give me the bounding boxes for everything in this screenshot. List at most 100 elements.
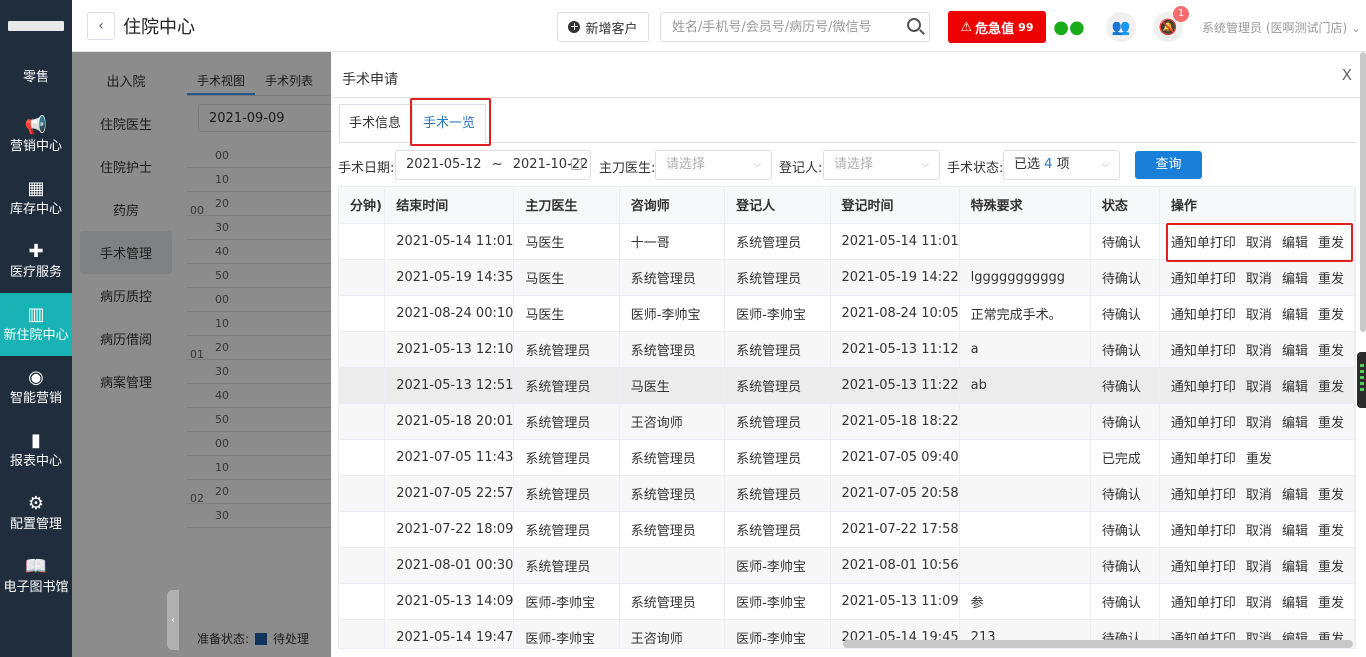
wechat-icon[interactable]: ●●	[1053, 12, 1084, 42]
table-row[interactable]: 2021-07-05 11:43 系统管理员 系统管理员 系统管理员 2021-07-0…	[339, 439, 1355, 476]
row-actions: 通知单打印 取消 编辑 重发	[1159, 547, 1355, 584]
collapse-handle[interactable]: ‹	[167, 590, 179, 650]
table-cell: 医师-李帅宝	[513, 619, 620, 648]
cancel-link[interactable]: 取消	[1246, 308, 1272, 323]
resend-link[interactable]: 重发	[1318, 596, 1344, 611]
resend-link[interactable]: 重发	[1246, 452, 1272, 467]
table-row[interactable]: 2021-08-24 00:10 马医生 医师-李帅宝 医师-李帅宝 2021-08-2…	[339, 295, 1355, 332]
table-cell	[959, 223, 1091, 260]
edit-link[interactable]: 编辑	[1282, 560, 1308, 575]
surgeon-select[interactable]: 请选择 ⌵	[655, 150, 772, 180]
edit-link[interactable]: 编辑	[1282, 272, 1308, 287]
cancel-link[interactable]: 取消	[1246, 524, 1272, 539]
cancel-link[interactable]: 取消	[1246, 488, 1272, 503]
table-row[interactable]: 2021-05-13 12:10 系统管理员 系统管理员 系统管理员 2021-05-1…	[339, 331, 1355, 368]
table-cell: 待确认	[1090, 259, 1160, 296]
horizontal-scrollbar[interactable]	[843, 640, 1353, 648]
edit-link[interactable]: 编辑	[1282, 344, 1308, 359]
user-menu[interactable]: 系统管理员 (医啊测试门店) ⌄	[1202, 19, 1361, 36]
resend-link[interactable]: 重发	[1318, 308, 1344, 323]
top-header: ‹ 住院中心 + 新增客户 ⚠ 危急值 99 ●● 👥 🔕1 系统管理员 (医啊…	[72, 0, 1366, 52]
print-notice-link[interactable]: 通知单打印	[1171, 524, 1236, 539]
bell-icon[interactable]: 🔕 1	[1153, 6, 1189, 42]
nav-item-0[interactable]: 零售	[0, 52, 72, 104]
status-select[interactable]: 已选 4 项 ⌵	[1003, 150, 1120, 180]
cancel-link[interactable]: 取消	[1246, 560, 1272, 575]
edit-link[interactable]: 编辑	[1282, 416, 1308, 431]
edit-link[interactable]: 编辑	[1282, 236, 1308, 251]
side-tool-handle[interactable]	[1357, 352, 1366, 408]
table-row[interactable]: 2021-05-18 20:01 系统管理员 王咨询师 系统管理员 2021-05-18…	[339, 403, 1355, 440]
table-cell: 待确认	[1090, 403, 1160, 440]
print-notice-link[interactable]: 通知单打印	[1171, 380, 1236, 395]
print-notice-link[interactable]: 通知单打印	[1171, 344, 1236, 359]
resend-link[interactable]: 重发	[1318, 416, 1344, 431]
nav-item-2[interactable]: ▦ 库存中心	[0, 167, 72, 230]
resend-link[interactable]: 重发	[1318, 272, 1344, 287]
search-icon[interactable]	[907, 18, 921, 32]
edit-link[interactable]: 编辑	[1282, 524, 1308, 539]
print-notice-link[interactable]: 通知单打印	[1171, 560, 1236, 575]
table-row[interactable]: 2021-05-14 11:01 马医生 十一哥 系统管理员 2021-05-14 11…	[339, 223, 1355, 260]
nav-item-5[interactable]: ◉ 智能营销	[0, 356, 72, 419]
new-customer-button[interactable]: + 新增客户	[557, 12, 649, 42]
table-row[interactable]: 2021-07-22 18:09 系统管理员 系统管理员 系统管理员 2021-07-2…	[339, 511, 1355, 548]
critical-value-button[interactable]: ⚠ 危急值 99	[948, 11, 1046, 43]
resend-link[interactable]: 重发	[1318, 560, 1344, 575]
nav-item-label: 配置管理	[9, 517, 62, 532]
resend-link[interactable]: 重发	[1318, 236, 1344, 251]
cancel-link[interactable]: 取消	[1246, 236, 1272, 251]
registrar-select[interactable]: 请选择 ⌵	[823, 150, 940, 180]
print-notice-link[interactable]: 通知单打印	[1171, 272, 1236, 287]
nav-item-7[interactable]: ⚙ 配置管理	[0, 482, 72, 545]
cancel-link[interactable]: 取消	[1246, 272, 1272, 287]
group-users-icon[interactable]: 👥	[1106, 12, 1136, 42]
print-notice-link[interactable]: 通知单打印	[1171, 452, 1236, 467]
surgery-table: 分钟) 结束时间 主刀医生 咨询师 登记人 登记时间 特殊要求 状态 操作 2021-05-14…	[338, 186, 1356, 649]
vertical-scrollbar[interactable]	[1360, 52, 1366, 332]
query-button[interactable]: 查询	[1135, 151, 1202, 179]
edit-link[interactable]: 编辑	[1282, 488, 1308, 503]
nav-item-3[interactable]: ✚ 医疗服务	[0, 230, 72, 293]
print-notice-link[interactable]: 通知单打印	[1171, 416, 1236, 431]
print-notice-link[interactable]: 通知单打印	[1171, 596, 1236, 611]
nav-item-8[interactable]: 📖 电子图书馆	[0, 545, 72, 608]
table-row[interactable]: 2021-07-05 22:57 系统管理员 系统管理员 系统管理员 2021-07-0…	[339, 475, 1355, 512]
print-notice-link[interactable]: 通知单打印	[1171, 236, 1236, 251]
table-cell: 2021-07-05 11:43	[384, 439, 515, 476]
table-row[interactable]: 2021-08-01 00:30 系统管理员 医师-李帅宝 2021-08-01 10…	[339, 547, 1355, 584]
date-range-picker[interactable]: 2021-05-12 ~ 2021-10-22	[395, 150, 591, 180]
print-notice-link[interactable]: 通知单打印	[1171, 488, 1236, 503]
table-row[interactable]: 2021-05-19 14:35 马医生 系统管理员 系统管理员 2021-05-19 …	[339, 259, 1355, 296]
edit-link[interactable]: 编辑	[1282, 380, 1308, 395]
cancel-link[interactable]: 取消	[1246, 344, 1272, 359]
status-prefix: 已选	[1014, 157, 1041, 172]
edit-link[interactable]: 编辑	[1282, 596, 1308, 611]
search-input[interactable]	[661, 13, 891, 41]
cancel-link[interactable]: 取消	[1246, 416, 1272, 431]
nav-item-1[interactable]: 📢 营销中心	[0, 104, 72, 167]
row-actions: 通知单打印 取消 编辑 重发	[1159, 295, 1355, 332]
table-cell: 待确认	[1090, 547, 1160, 584]
close-icon[interactable]: X	[1342, 66, 1352, 84]
back-button[interactable]: ‹	[87, 12, 115, 40]
nav-item-label: 营销中心	[9, 139, 62, 154]
tab-surgery-overview[interactable]: 手术一览	[412, 104, 486, 143]
table-cell: 待确认	[1090, 295, 1160, 332]
table-cell: 2021-07-22 18:09	[384, 511, 515, 548]
resend-link[interactable]: 重发	[1318, 380, 1344, 395]
table-row[interactable]: 2021-05-13 12:51 系统管理员 马医生 系统管理员 2021-05-13 …	[339, 367, 1355, 404]
nav-item-4[interactable]: ▥ 新住院中心	[0, 293, 72, 356]
table-row[interactable]: 2021-05-13 14:09 医师-李帅宝 系统管理员 医师-李帅宝 2021-05…	[339, 583, 1355, 620]
cancel-link[interactable]: 取消	[1246, 380, 1272, 395]
tab-surgery-info[interactable]: 手术信息	[339, 104, 411, 142]
resend-link[interactable]: 重发	[1318, 488, 1344, 503]
cancel-link[interactable]: 取消	[1246, 596, 1272, 611]
resend-link[interactable]: 重发	[1318, 344, 1344, 359]
table-cell: 医师-李帅宝	[724, 583, 831, 620]
resend-link[interactable]: 重发	[1318, 524, 1344, 539]
print-notice-link[interactable]: 通知单打印	[1171, 308, 1236, 323]
nav-item-6[interactable]: ▮ 报表中心	[0, 419, 72, 482]
edit-link[interactable]: 编辑	[1282, 308, 1308, 323]
table-cell: 系统管理员	[724, 511, 831, 548]
